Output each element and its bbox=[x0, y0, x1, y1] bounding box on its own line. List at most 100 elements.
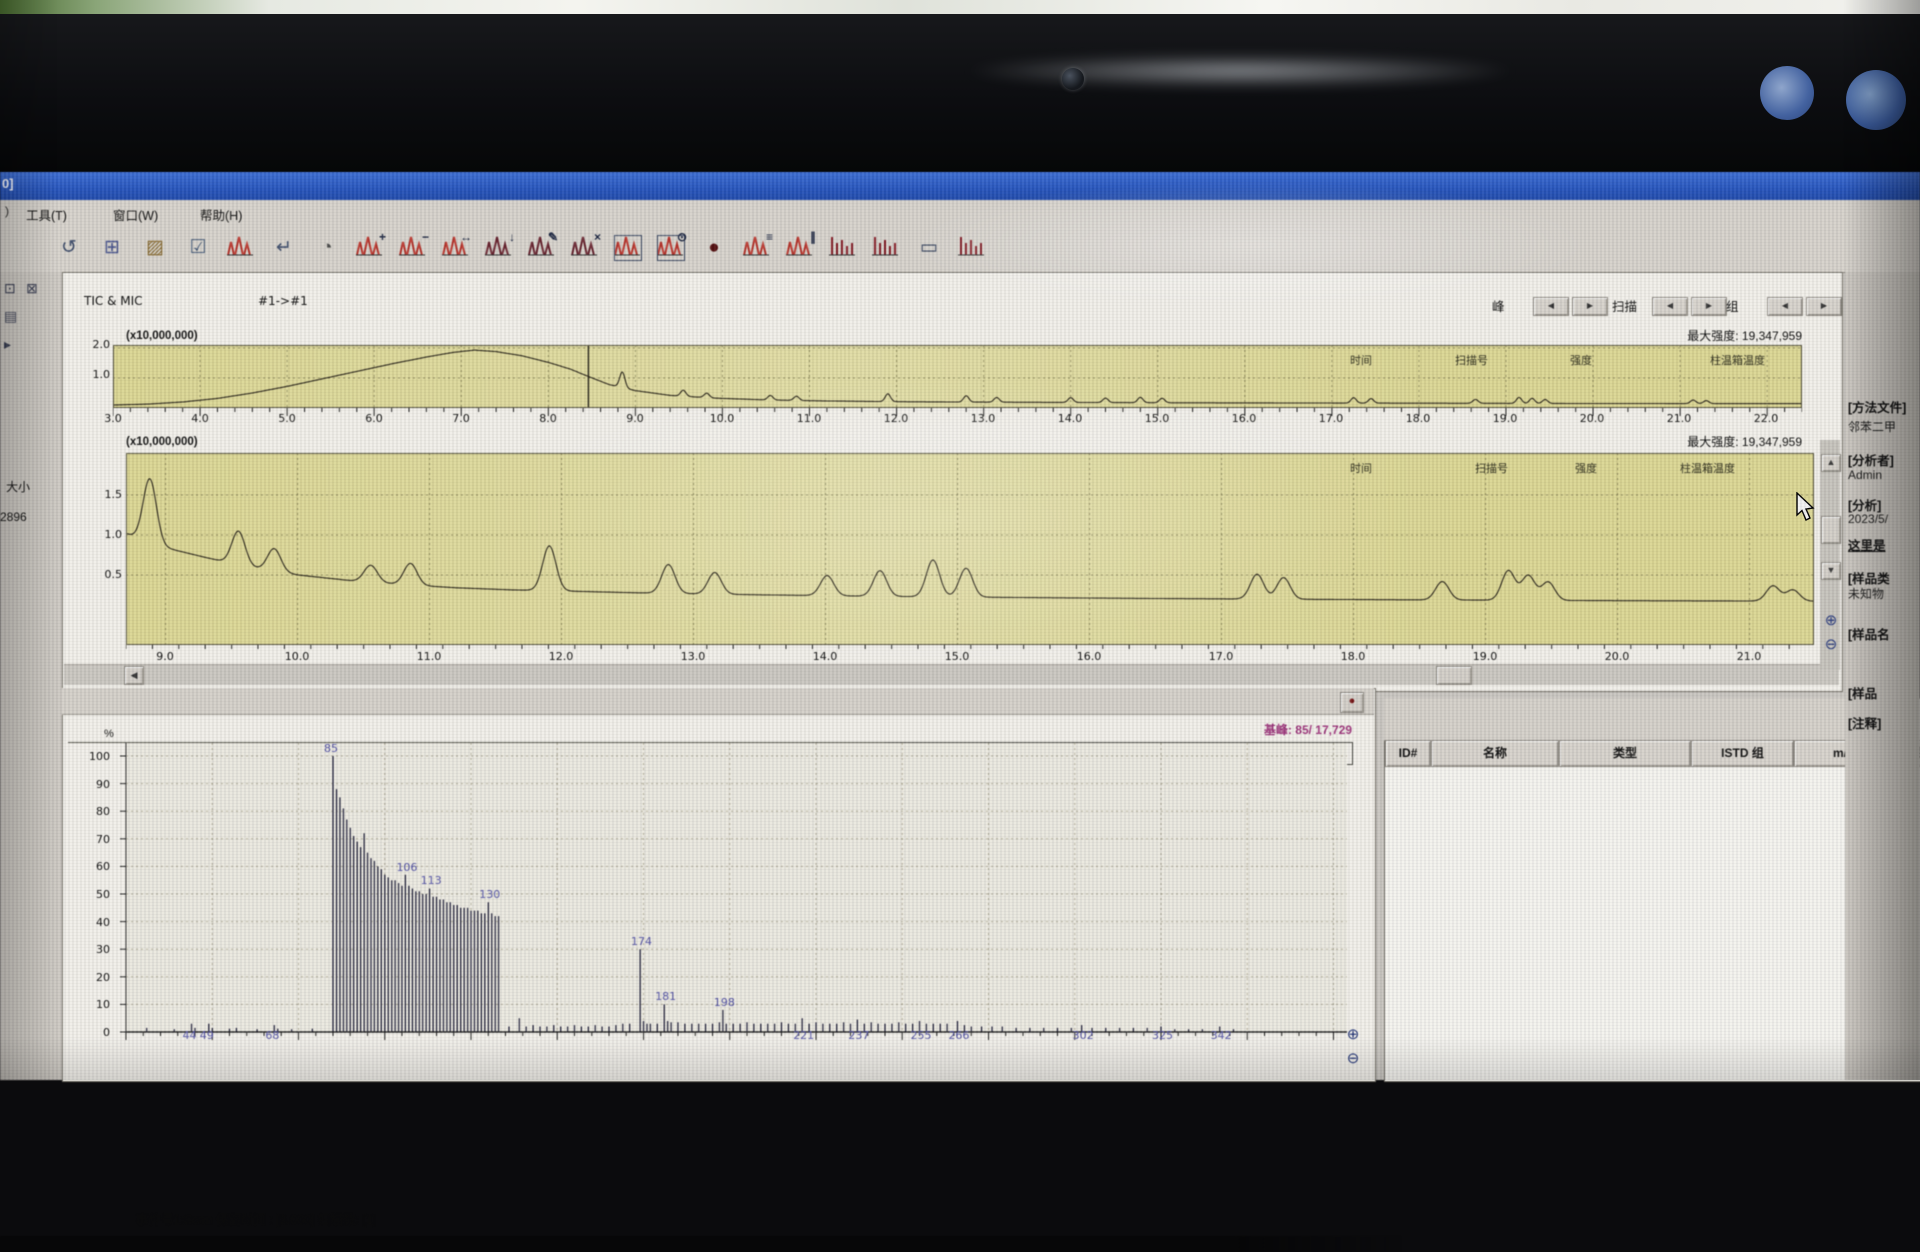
overview-x-tick: 5.0 bbox=[269, 412, 305, 425]
tic-y-tick: 1.5 bbox=[96, 488, 122, 501]
menu-edge-fragment: ) bbox=[5, 204, 9, 218]
panel-list-icon[interactable]: ▤ bbox=[4, 308, 17, 325]
left-docked-panel: ⊡ ⊠ ▤ ▸ 大小 2896 bbox=[0, 272, 63, 1080]
mz-peak-label: 130 bbox=[479, 888, 500, 901]
scan-nav-label: 扫描 bbox=[1612, 296, 1637, 315]
monitor-bezel bbox=[0, 14, 1920, 172]
spectrum-zoom-out-icon[interactable]: ⊖ bbox=[1344, 1050, 1362, 1070]
scan-prev-button[interactable]: ◀ bbox=[1652, 297, 1688, 316]
tic-max-intensity: 最大强度: 19,347,959 bbox=[1552, 433, 1802, 450]
tic-col-header: 时间 bbox=[1350, 460, 1372, 476]
overview-x-tick: 10.0 bbox=[704, 412, 740, 425]
tic-x-tick: 9.0 bbox=[147, 650, 183, 663]
zoom-in-icon[interactable]: ⊕ bbox=[1822, 612, 1840, 632]
table-header-3[interactable]: 类型 bbox=[1559, 740, 1691, 767]
overview-x-tick: 15.0 bbox=[1139, 412, 1175, 425]
tic-mic-overview-plot[interactable] bbox=[113, 345, 1802, 422]
tic-col-header: 强度 bbox=[1575, 460, 1597, 476]
annotation-icon[interactable]: ▭ bbox=[914, 234, 944, 262]
scroll-thumb[interactable] bbox=[1436, 666, 1472, 685]
peak-integrate-icon[interactable]: ∥ bbox=[785, 234, 815, 262]
scroll-left-button[interactable]: ◀ bbox=[124, 666, 144, 685]
tic-x-tick: 18.0 bbox=[1335, 650, 1371, 663]
record-button[interactable]: ● bbox=[1340, 692, 1364, 713]
spectrum-header-bar: 事件号1:Scan 保留时间 : [3.000] 扫描数: [1] bbox=[62, 688, 1374, 715]
overview-x-tick: 7.0 bbox=[443, 412, 479, 425]
expand-x-peaks-icon[interactable]: ↔ bbox=[441, 234, 471, 262]
tic-x-tick: 16.0 bbox=[1071, 650, 1107, 663]
overview-x-tick: 22.0 bbox=[1748, 412, 1784, 425]
tic-plot[interactable] bbox=[126, 453, 1814, 659]
mz-peak-label: 325 bbox=[1152, 1029, 1173, 1042]
table-header-4[interactable]: ISTD 组 bbox=[1691, 740, 1794, 767]
compound-table-header-row[interactable]: ID#名称类型ISTD 组m/z保留时间 bbox=[1385, 740, 1920, 767]
overview-x-tick: 11.0 bbox=[791, 412, 827, 425]
sidebar-value: 2023/5/ bbox=[1848, 512, 1920, 526]
scan-next-button[interactable]: ▶ bbox=[1691, 297, 1727, 316]
peak-nav-label: 峰 bbox=[1492, 296, 1505, 315]
window-titlebar[interactable]: 0] bbox=[0, 172, 1920, 200]
menu-bar[interactable]: ) 工具(T) 窗口(W) 帮助(H) bbox=[0, 200, 1920, 227]
table-header-1[interactable]: ID# bbox=[1385, 740, 1431, 767]
send-to-window-icon[interactable]: ↵ bbox=[269, 234, 299, 262]
sidebar-link[interactable]: 这里是 bbox=[1848, 535, 1920, 554]
sidebar-value: 未知物 bbox=[1848, 585, 1920, 602]
group-prev-button[interactable]: ◀ bbox=[1767, 297, 1803, 316]
mz-peak-label: 302 bbox=[1073, 1029, 1094, 1042]
spectrum-search-icon[interactable]: ⊙ bbox=[656, 234, 686, 262]
tic-x-tick: 14.0 bbox=[807, 650, 843, 663]
undo-icon[interactable]: ↺ bbox=[54, 234, 84, 262]
menu-item-3[interactable]: 帮助(H) bbox=[196, 204, 246, 225]
zoom-out-peaks-icon[interactable]: − bbox=[398, 234, 428, 262]
chart-horizontal-scrollbar[interactable]: ◀ bbox=[64, 664, 1839, 685]
tic-x-tick: 11.0 bbox=[411, 650, 447, 663]
zoom-in-peaks-icon[interactable]: + bbox=[355, 234, 385, 262]
search-disabled-icon[interactable]: × bbox=[570, 234, 600, 262]
sidebar-label: [注释] bbox=[1848, 713, 1920, 732]
peak-next-button[interactable]: ▶ bbox=[1572, 297, 1608, 316]
panel-chevron-icon[interactable]: ▸ bbox=[4, 336, 11, 353]
overview-x-tick: 19.0 bbox=[1487, 412, 1523, 425]
spectrum-trace-icon[interactable] bbox=[871, 234, 901, 262]
table-header-2[interactable]: 名称 bbox=[1431, 740, 1559, 767]
peak-list-icon[interactable]: ☑ bbox=[183, 234, 213, 262]
manual-peak-edit-icon[interactable]: ✎ bbox=[527, 234, 557, 262]
mz-peak-label: 106 bbox=[396, 861, 417, 874]
scroll-up-button[interactable]: ▲ bbox=[1821, 454, 1841, 472]
tic-x-tick: 10.0 bbox=[279, 650, 315, 663]
sidebar-value: 邻苯二甲 bbox=[1848, 418, 1920, 435]
overview-col-header: 柱温箱温度 bbox=[1710, 352, 1765, 368]
base-peak-label: 基峰: 85/ 17,729 bbox=[1110, 721, 1352, 738]
peak-prev-button[interactable]: ◀ bbox=[1533, 297, 1569, 316]
calibration-peaks-icon[interactable] bbox=[226, 234, 256, 262]
mz-peak-label: 198 bbox=[714, 996, 735, 1009]
vscroll-thumb[interactable] bbox=[1821, 516, 1841, 544]
tic-x-tick: 20.0 bbox=[1599, 650, 1635, 663]
bar-display-icon[interactable] bbox=[957, 234, 987, 262]
report-window-icon[interactable] bbox=[613, 234, 643, 262]
menu-item-2[interactable]: 窗口(W) bbox=[109, 204, 162, 225]
clock-icon[interactable]: ◔ bbox=[312, 234, 342, 262]
spectrum-y-tick: 60 bbox=[82, 860, 110, 873]
menu-item-1[interactable]: 工具(T) bbox=[22, 204, 71, 225]
panel-close-icon[interactable]: ⊠ bbox=[26, 280, 38, 297]
mass-bars-icon[interactable] bbox=[828, 234, 858, 262]
zoom-out-icon[interactable]: ⊖ bbox=[1822, 636, 1840, 656]
overview-x-tick: 21.0 bbox=[1661, 412, 1697, 425]
overview-col-header: 扫描号 bbox=[1455, 352, 1488, 368]
spectrum-zoom-in-icon[interactable]: ⊕ bbox=[1344, 1026, 1362, 1046]
mz-peak-label: 68 bbox=[265, 1029, 279, 1042]
record-icon[interactable]: ● bbox=[699, 234, 729, 262]
peak-pick-icon[interactable]: ↓ bbox=[484, 234, 514, 262]
mz-peak-label: 85 bbox=[324, 742, 338, 755]
group-next-button[interactable]: ▶ bbox=[1806, 297, 1842, 316]
bottom-bezel-strip bbox=[0, 1236, 1402, 1252]
file-edit-icon[interactable]: ▨ bbox=[140, 234, 170, 262]
tool-bar[interactable]: ↺ ⊞ ▨ ☑ ↵ ◔ +−↔ ↓ ✎ × ⊙ ● ≡ ∥ ▭ bbox=[0, 226, 1920, 273]
scroll-down-button[interactable]: ▼ bbox=[1821, 562, 1841, 580]
panel-window-icon[interactable]: ⊡ bbox=[4, 280, 16, 297]
chart-vertical-scrollbar[interactable]: ▲ ▼ ⊕ ⊖ bbox=[1820, 440, 1840, 670]
monitor-photo: 0] ) 工具(T) 窗口(W) 帮助(H) ↺ ⊞ ▨ ☑ ↵ ◔ +−↔ ↓ ✎ × ⊙ ● ≡ ∥ ▭ ⊡… bbox=[0, 0, 1920, 1080]
quant-browser-icon[interactable]: ≡ bbox=[742, 234, 772, 262]
data-explorer-icon[interactable]: ⊞ bbox=[97, 234, 127, 262]
